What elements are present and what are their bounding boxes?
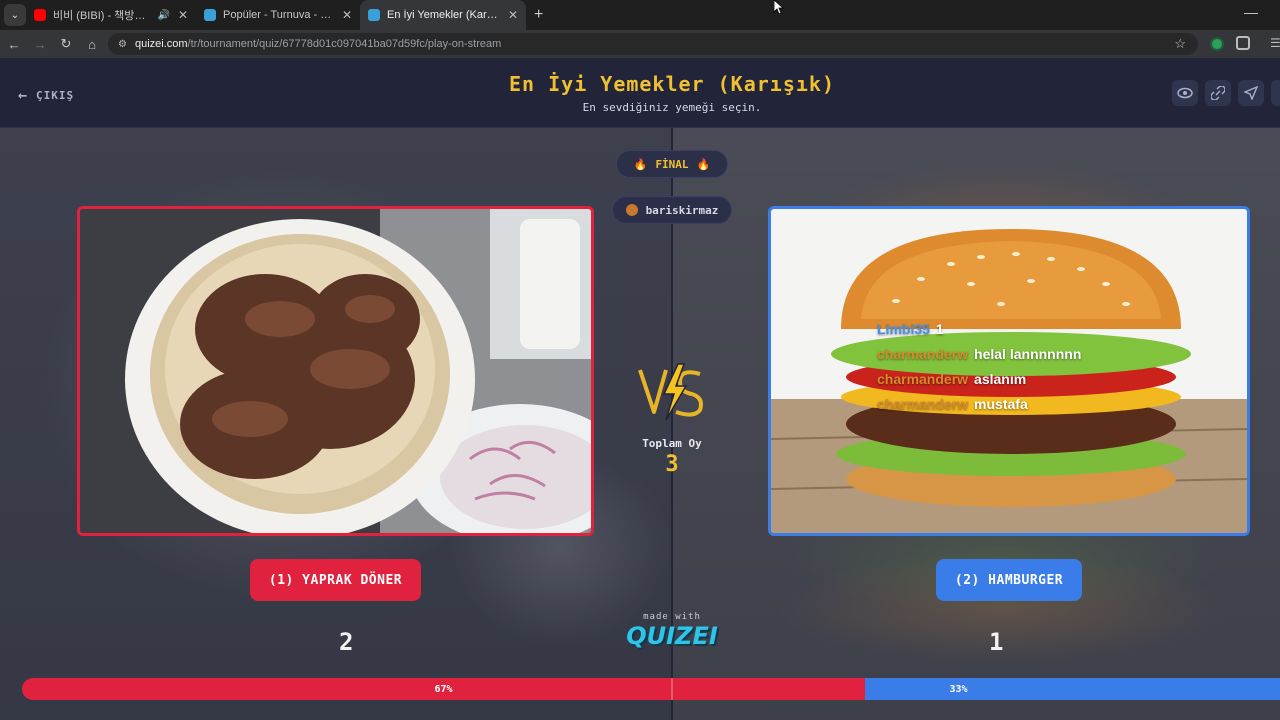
tab-title: 비비 (BIBI) - 책방오빠 문학 <box>53 10 152 22</box>
home-icon[interactable]: ⌂ <box>80 37 104 52</box>
vote-share-bar: 67% 33% <box>22 678 1280 700</box>
speaker-icon[interactable]: 🔊 <box>157 10 169 21</box>
round-label: FİNAL <box>655 157 689 171</box>
left-percent: 67% <box>434 683 453 695</box>
flame-icon: 🔥 <box>633 157 648 171</box>
extension-icon[interactable] <box>1210 37 1224 51</box>
chat-message: Limbi35 1 <box>877 317 1081 342</box>
chat-message: charmanderw mustafa <box>877 392 1081 417</box>
total-votes-label: Toplam Oy <box>642 437 702 450</box>
eye-icon <box>1177 87 1193 99</box>
chevron-down-icon: ⌄ <box>10 9 20 21</box>
quizei-favicon-icon <box>204 9 216 21</box>
chat-text: 1 <box>935 321 944 337</box>
send-icon <box>1244 86 1258 100</box>
chat-text: aslanım <box>974 371 1027 387</box>
close-tab-icon[interactable]: ✕ <box>178 8 188 22</box>
chat-message: charmanderw helal lannnnnnn <box>877 342 1081 367</box>
quiz-title: En İyi Yemekler (Karışık) <box>508 72 836 96</box>
choose-right-button[interactable]: (2) HAMBURGER <box>936 559 1082 601</box>
share-icon <box>1211 86 1225 100</box>
forward-arrow-icon[interactable]: → <box>28 37 52 52</box>
address-bar[interactable]: ⚙ quizei.com/tr/tournament/quiz/67778d01… <box>108 33 1198 55</box>
quiz-subtitle: En sevdiğiniz yemeği seçin. <box>582 101 762 114</box>
close-tab-icon[interactable]: ✕ <box>508 8 518 22</box>
more-button[interactable] <box>1271 80 1280 106</box>
right-share-segment: 33% <box>865 678 1280 700</box>
chat-overlay: Limbi35 1 charmanderw helal lannnnnnn char… <box>877 317 1081 417</box>
total-votes-count: 3 <box>665 452 679 477</box>
tab-title: En İyi Yemekler (Karışık) - Quizei <box>387 9 500 21</box>
streamer-name: bariskirmaz <box>645 203 719 217</box>
choose-left-button[interactable]: (1) YAPRAK DÖNER <box>250 559 421 601</box>
flame-icon: 🔥 <box>696 157 711 171</box>
browser-tab-strip: ⌄ 비비 (BIBI) - 책방오빠 문학 🔊 ✕ Popüler - Turn… <box>0 0 1280 30</box>
youtube-favicon-icon <box>34 9 46 21</box>
mouse-cursor-icon <box>774 0 784 14</box>
chat-user: charmanderw <box>877 396 969 412</box>
minimize-window-icon[interactable]: — <box>1244 4 1258 20</box>
reload-icon[interactable]: ↻ <box>54 36 78 52</box>
yaprak-doner-image <box>80 209 591 533</box>
chat-text: helal lannnnnnn <box>974 346 1082 362</box>
made-with-label: made with <box>643 612 701 622</box>
back-arrow-icon[interactable]: ← <box>2 37 26 52</box>
avatar <box>625 204 638 216</box>
url-path: /tr/tournament/quiz/67778d01c097041ba07d… <box>187 38 502 50</box>
url-host: quizei.com <box>134 38 188 50</box>
share-button[interactable] <box>1205 80 1231 106</box>
streamer-badge: bariskirmaz <box>612 196 732 224</box>
browser-tab-1[interactable]: 비비 (BIBI) - 책방오빠 문학 🔊 ✕ <box>26 0 196 30</box>
right-percent: 33% <box>949 683 968 695</box>
tab-title: Popüler - Turnuva - Quizei <box>223 9 334 21</box>
menu-icon[interactable]: ☰ <box>1270 36 1280 50</box>
chat-user: charmanderw <box>877 346 969 362</box>
option-card-left[interactable] <box>77 206 594 536</box>
right-vote-count: 1 <box>989 628 1004 656</box>
app-header: ← ÇIKIŞ En İyi Yemekler (Karışık) En sev… <box>0 58 1280 128</box>
left-share-segment: 67% <box>22 678 865 700</box>
extensions-puzzle-icon[interactable] <box>1236 36 1250 50</box>
chat-text: mustafa <box>974 396 1028 412</box>
duel-stage: 🔥 FİNAL 🔥 bariskirmaz Limbi35 1 charmand… <box>0 128 1280 720</box>
browser-toolbar: ← → ↻ ⌂ ⚙ quizei.com/tr/tournament/quiz/… <box>0 30 1280 58</box>
close-tab-icon[interactable]: ✕ <box>342 8 352 22</box>
left-vote-count: 2 <box>339 628 354 656</box>
bar-center-mark <box>671 678 673 700</box>
browser-tab-3[interactable]: En İyi Yemekler (Karışık) - Quizei ✕ <box>360 0 526 30</box>
send-button[interactable] <box>1238 80 1264 106</box>
quizei-logo: QUIZEI <box>626 622 718 650</box>
toggle-visibility-button[interactable] <box>1172 80 1198 106</box>
tab-search-button[interactable]: ⌄ <box>4 4 26 26</box>
site-settings-icon[interactable]: ⚙ <box>118 39 127 50</box>
chat-user: charmanderw <box>877 371 969 387</box>
versus-icon <box>638 363 703 421</box>
browser-tab-2[interactable]: Popüler - Turnuva - Quizei ✕ <box>196 0 360 30</box>
bookmark-star-icon[interactable]: ☆ <box>1174 36 1186 52</box>
new-tab-icon[interactable]: + <box>534 6 543 24</box>
chat-message: charmanderw aslanım <box>877 367 1081 392</box>
quizei-favicon-icon <box>368 9 380 21</box>
option-card-right[interactable]: Limbi35 1 charmanderw helal lannnnnnn char… <box>768 206 1250 536</box>
chat-user: Limbi35 <box>877 321 930 337</box>
round-badge: 🔥 FİNAL 🔥 <box>616 150 728 178</box>
